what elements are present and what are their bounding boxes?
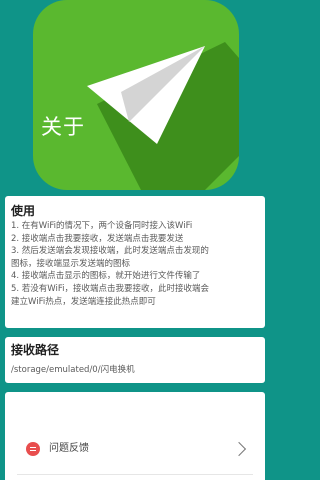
usage-step: 图标，接收端显示发送端的图标 xyxy=(11,258,131,269)
usage-card: 使用 1. 在有WiFi的情况下，两个设备同时接入该WiFi 2. 接收端点击我… xyxy=(5,196,265,328)
usage-step: 3. 然后发送端会发现接收端，此时发送端点击发现的 xyxy=(11,246,209,257)
feedback-icon xyxy=(26,442,40,456)
usage-steps: 1. 在有WiFi的情况下，两个设备同时接入该WiFi 2. 接收端点击我要接收… xyxy=(11,220,261,308)
receive-path-card[interactable]: 接收路径 /storage/emulated/0/闪电换机 xyxy=(5,337,265,383)
feedback-card: 问题反馈 xyxy=(5,392,265,480)
usage-title: 使用 xyxy=(11,204,36,218)
usage-step: 4. 接收端点击显示的图标，就开始进行文件传输了 xyxy=(11,271,201,282)
chevron-right-icon xyxy=(231,441,247,457)
feedback-button[interactable]: 问题反馈 xyxy=(5,432,265,468)
usage-step: 2. 接收端点击我要接收，发送端点击我要发送 xyxy=(11,233,184,244)
hero-header: 关于 xyxy=(0,0,270,190)
usage-step: 建立WiFi热点，发送端连接此热点即可 xyxy=(11,296,156,307)
about-screen: 关于 使用 1. 在有WiFi的情况下，两个设备同时接入该WiFi 2. 接收端… xyxy=(0,0,270,480)
receive-path-value: /storage/emulated/0/闪电换机 xyxy=(11,365,135,375)
page-title: 关于 xyxy=(41,115,85,139)
feedback-label: 问题反馈 xyxy=(49,443,89,454)
divider xyxy=(17,474,253,475)
receive-path-title: 接收路径 xyxy=(11,343,60,357)
paper-plane-icon xyxy=(33,0,239,190)
usage-step: 5. 若没有WiFi，接收端点击我要接收，此时接收端会 xyxy=(11,283,210,294)
usage-step: 1. 在有WiFi的情况下，两个设备同时接入该WiFi xyxy=(11,221,193,231)
